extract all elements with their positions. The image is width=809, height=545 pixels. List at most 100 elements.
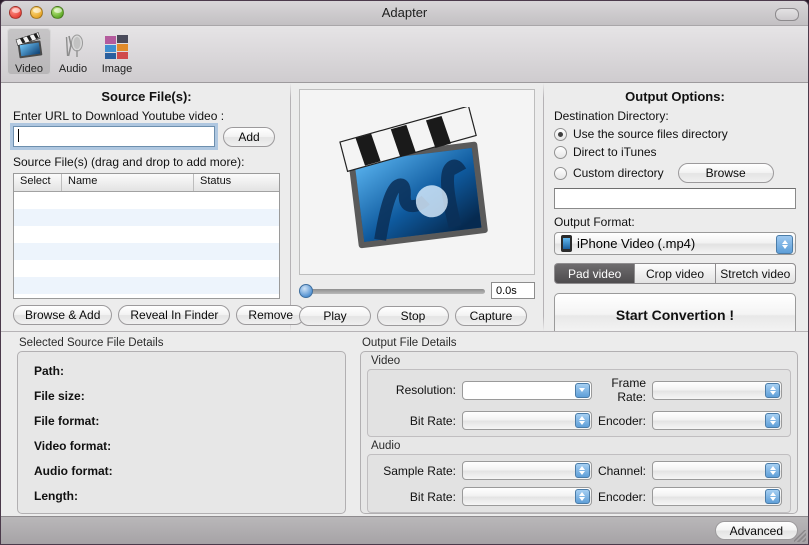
table-row[interactable] xyxy=(14,294,279,298)
table-row[interactable] xyxy=(14,209,279,226)
text-cursor xyxy=(18,129,19,142)
chevron-updown-icon[interactable] xyxy=(776,235,793,254)
video-encoder-label: Encoder: xyxy=(597,413,646,428)
time-display: 0.0s xyxy=(490,282,535,299)
slider-knob[interactable] xyxy=(298,283,313,298)
segment-crop-video[interactable]: Crop video xyxy=(634,263,715,284)
browse-and-add-button[interactable]: Browse & Add xyxy=(13,305,113,325)
detail-file-size: File size: xyxy=(34,389,85,403)
window-title: Adapter xyxy=(381,5,428,20)
browse-directory-button[interactable]: Browse xyxy=(677,163,774,183)
output-details-group: Output File Details Video Resolution: Fr… xyxy=(359,337,798,536)
output-details-title: Output File Details xyxy=(361,337,457,349)
output-options-panel: Output Options: Destination Directory: U… xyxy=(544,83,808,337)
toggle-toolbar-button[interactable] xyxy=(775,8,799,21)
reveal-in-finder-button[interactable]: Reveal In Finder xyxy=(118,305,231,325)
iphone-icon xyxy=(560,235,572,252)
segment-stretch-video[interactable]: Stretch video xyxy=(714,263,796,284)
table-row[interactable] xyxy=(14,192,279,209)
custom-directory-input[interactable] xyxy=(553,188,796,209)
channel-select[interactable] xyxy=(652,461,782,480)
radio-use-source-directory[interactable]: Use the source files directory xyxy=(553,127,796,141)
output-format-value: iPhone Video (.mp4) xyxy=(576,236,696,251)
audio-encoder-label: Encoder: xyxy=(597,489,646,504)
source-details-group: Selected Source File Details Path: File … xyxy=(17,337,346,536)
toolbar-item-image[interactable]: Image xyxy=(95,28,139,75)
sample-rate-select[interactable] xyxy=(461,461,592,480)
table-row[interactable] xyxy=(14,277,279,294)
detail-path: Path: xyxy=(34,364,64,378)
toolbar-item-label: Video xyxy=(15,63,43,75)
source-files-table[interactable]: Select Name Status xyxy=(13,173,280,299)
output-panel-title: Output Options: xyxy=(625,89,725,104)
status-bar: Advanced xyxy=(1,516,808,544)
source-buttons: Browse & Add Reveal In Finder Remove xyxy=(13,305,306,325)
column-header-status[interactable]: Status xyxy=(194,174,279,191)
playback-slider[interactable] xyxy=(298,283,485,298)
toolbar-item-audio[interactable]: Audio xyxy=(51,28,95,75)
output-format-label: Output Format: xyxy=(553,215,635,229)
resize-grip[interactable] xyxy=(794,530,806,542)
detail-file-format: File format: xyxy=(34,414,100,428)
column-header-select[interactable]: Select xyxy=(14,174,62,191)
source-list-label: Source File(s) (drag and drop to add mor… xyxy=(13,155,245,169)
audio-settings-title: Audio xyxy=(370,440,401,452)
audio-bit-rate-select[interactable] xyxy=(461,487,592,506)
add-url-button[interactable]: Add xyxy=(223,126,275,147)
destination-label: Destination Directory: xyxy=(553,109,669,123)
video-encoder-select[interactable] xyxy=(652,411,782,430)
sample-rate-label: Sample Rate: xyxy=(383,463,456,478)
chevron-updown-icon[interactable] xyxy=(765,489,780,504)
output-format-select[interactable]: iPhone Video (.mp4) xyxy=(553,232,796,255)
youtube-url-input[interactable] xyxy=(10,123,218,150)
chevron-updown-icon[interactable] xyxy=(765,382,780,398)
table-row[interactable] xyxy=(14,226,279,243)
url-label: Enter URL to Download Youtube video : xyxy=(13,109,225,123)
chevron-updown-icon[interactable] xyxy=(765,413,780,428)
clapperboard-icon xyxy=(14,30,44,62)
capture-button[interactable]: Capture xyxy=(454,306,527,326)
preview-panel: 0.0s Play Stop Capture xyxy=(291,83,543,331)
frame-rate-select[interactable] xyxy=(652,380,782,400)
radio-icon xyxy=(553,127,567,141)
radio-direct-to-itunes[interactable]: Direct to iTunes xyxy=(553,145,796,159)
chevron-updown-icon[interactable] xyxy=(574,413,590,428)
main-toolbar: Video Audio Image xyxy=(1,26,808,83)
video-settings-title: Video xyxy=(370,355,401,367)
stop-button[interactable]: Stop xyxy=(376,306,449,326)
toolbar-item-label: Audio xyxy=(58,63,88,75)
audio-settings-group: Audio Sample Rate: Channel: Bit Rate: En… xyxy=(366,440,791,513)
chevron-updown-icon[interactable] xyxy=(574,463,590,478)
advanced-button[interactable]: Advanced xyxy=(714,521,798,540)
video-bit-rate-select[interactable] xyxy=(461,411,592,430)
scale-mode-segmented-control: Pad video Crop video Stretch video xyxy=(553,263,796,284)
play-button[interactable]: Play xyxy=(298,306,371,326)
source-panel-title: Source File(s): xyxy=(101,89,192,104)
detail-length: Length: xyxy=(34,489,78,503)
chevron-updown-icon[interactable] xyxy=(765,463,780,478)
chevron-down-icon[interactable] xyxy=(574,382,590,398)
microphone-icon xyxy=(58,30,88,62)
table-row[interactable] xyxy=(14,243,279,260)
video-preview[interactable] xyxy=(298,89,535,275)
source-details-box: Path: File size: File format: Video form… xyxy=(17,351,346,514)
segment-pad-video[interactable]: Pad video xyxy=(553,263,635,284)
resolution-select[interactable] xyxy=(461,380,592,400)
radio-custom-directory[interactable]: Custom directory Browse xyxy=(553,163,796,183)
app-window: Adapter Video Audio Image Source File(s)… xyxy=(0,0,809,545)
resolution-label: Resolution: xyxy=(395,383,456,397)
audio-encoder-select[interactable] xyxy=(652,487,782,506)
column-header-name[interactable]: Name xyxy=(62,174,194,191)
radio-icon xyxy=(553,145,567,159)
output-details-box: Video Resolution: Frame Rate: Bit Rate: xyxy=(359,351,798,514)
toolbar-item-video[interactable]: Video xyxy=(7,28,51,75)
source-details-title: Selected Source File Details xyxy=(19,337,164,349)
detail-video-format: Video format: xyxy=(34,439,112,453)
chevron-updown-icon[interactable] xyxy=(574,489,590,504)
radio-icon xyxy=(553,166,567,180)
detail-audio-format: Audio format: xyxy=(34,464,113,478)
table-row[interactable] xyxy=(14,260,279,277)
radio-label: Direct to iTunes xyxy=(572,145,657,159)
video-bit-rate-label: Bit Rate: xyxy=(409,413,456,428)
playback-slider-row: 0.0s xyxy=(298,282,535,299)
